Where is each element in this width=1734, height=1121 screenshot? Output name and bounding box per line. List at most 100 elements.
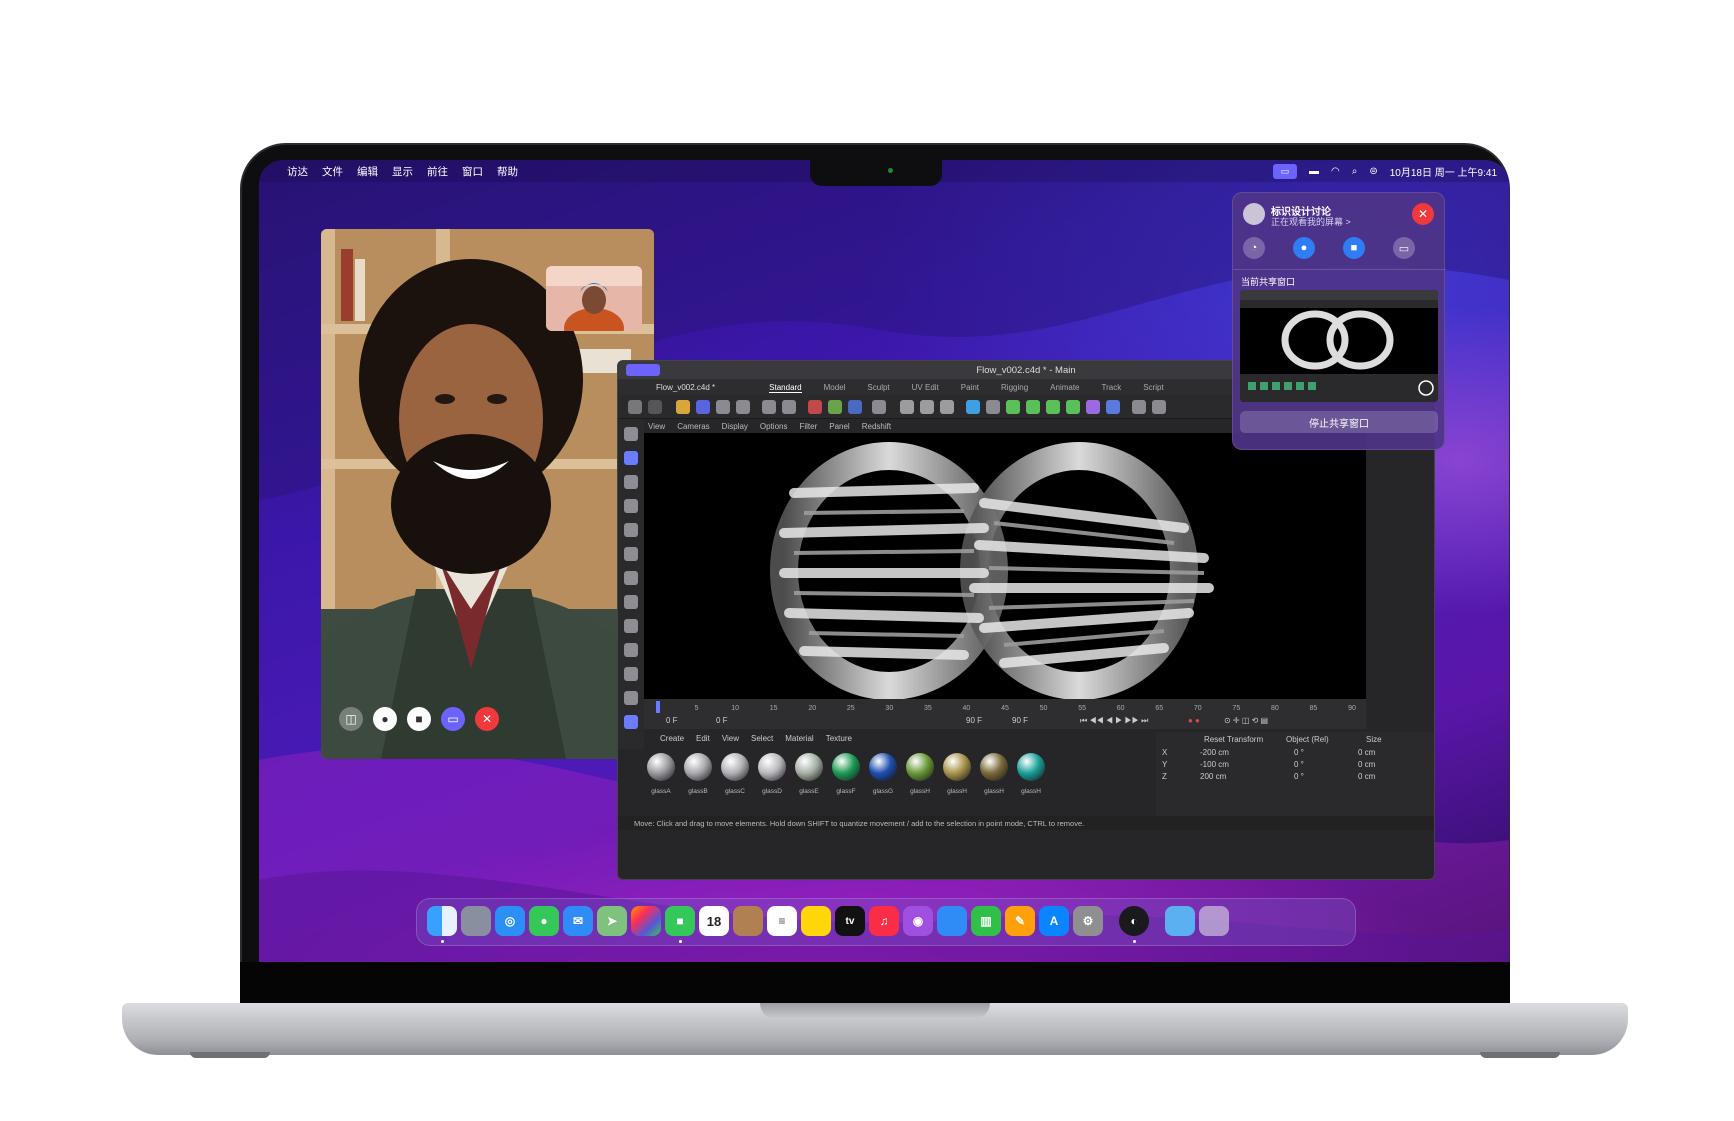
subdivision-icon[interactable]	[1006, 400, 1020, 414]
menu-window[interactable]: 窗口	[462, 164, 483, 179]
menubar-clock[interactable]: 10月18日 周一 上午9:41	[1390, 164, 1497, 179]
viewport-menu-view[interactable]: View	[648, 422, 665, 431]
viewport-menu-panel[interactable]: Panel	[829, 422, 849, 431]
cube-icon[interactable]	[966, 400, 980, 414]
mograph-icon[interactable]	[1046, 400, 1060, 414]
tweak-mode-icon[interactable]	[624, 619, 638, 633]
workplane-icon[interactable]	[624, 715, 638, 729]
end-frame-field[interactable]: 90 F	[966, 716, 982, 725]
coord-size-field[interactable]: 0 cm	[1358, 748, 1398, 757]
playback-controls-icon[interactable]: ⏮ ◀◀ ◀ ▶ ▶▶ ⏭	[1080, 716, 1148, 726]
object-mode-icon[interactable]	[624, 475, 638, 489]
numbers-icon[interactable]: ▥	[971, 906, 1001, 936]
uv-mode-icon[interactable]	[624, 571, 638, 585]
material-swatch[interactable]	[644, 750, 678, 784]
menu-view[interactable]: 显示	[392, 164, 413, 179]
move-tool-icon[interactable]	[696, 400, 710, 414]
transform-tool-icon[interactable]	[762, 400, 776, 414]
generator-icon[interactable]	[1026, 400, 1040, 414]
deformer-icon[interactable]	[1086, 400, 1100, 414]
material-menu-select[interactable]: Select	[751, 734, 773, 743]
current-frame-field[interactable]: 0 F	[666, 716, 678, 725]
render-view-icon[interactable]	[900, 400, 914, 414]
live-select-icon[interactable]	[676, 400, 690, 414]
microphone-icon[interactable]: ●	[1293, 237, 1315, 259]
app-store-icon[interactable]: A	[1039, 906, 1069, 936]
tab-paint[interactable]: Paint	[961, 383, 979, 392]
magnet-icon[interactable]	[624, 667, 638, 681]
viewport-menu-display[interactable]: Display	[722, 422, 748, 431]
share-session-subtitle[interactable]: 正在观看我的屏幕 >	[1271, 215, 1351, 228]
tab-model[interactable]: Model	[824, 383, 846, 392]
y-axis-icon[interactable]	[828, 400, 842, 414]
camera-icon[interactable]: ■	[407, 707, 431, 731]
material-swatch[interactable]	[940, 750, 974, 784]
material-swatch[interactable]	[1014, 750, 1048, 784]
material-swatch[interactable]	[829, 750, 863, 784]
coord-rotation-field[interactable]: 0 °	[1294, 760, 1334, 769]
material-menu-view[interactable]: View	[722, 734, 739, 743]
menu-file[interactable]: 文件	[322, 164, 343, 179]
c4d-timeline[interactable]: 051015202530354045505560657075808590 0 F…	[644, 699, 1366, 729]
point-mode-icon[interactable]	[624, 499, 638, 513]
viewport-menu-cameras[interactable]: Cameras	[677, 422, 709, 431]
c4d-viewport[interactable]	[644, 433, 1366, 700]
coord-size-field[interactable]: 0 cm	[1358, 760, 1398, 769]
cinema4d-icon[interactable]: ◐	[1119, 906, 1149, 936]
polygon-mode-icon[interactable]	[624, 547, 638, 561]
material-swatch[interactable]	[681, 750, 715, 784]
field-icon[interactable]	[1106, 400, 1120, 414]
music-icon[interactable]: ♫	[869, 906, 899, 936]
record-keyframe-icon[interactable]: ● ●	[1188, 716, 1200, 725]
material-menu-create[interactable]: Create	[660, 734, 684, 743]
messages-icon[interactable]: ●	[529, 906, 559, 936]
tab-track[interactable]: Track	[1102, 383, 1122, 392]
render-settings-icon[interactable]	[940, 400, 954, 414]
rotate-tool-icon[interactable]	[736, 400, 750, 414]
pages-icon[interactable]: ✎	[1005, 906, 1035, 936]
podcasts-icon[interactable]: ◉	[903, 906, 933, 936]
floor-icon[interactable]	[1132, 400, 1146, 414]
notes-icon[interactable]	[801, 906, 831, 936]
facetime-window[interactable]: ◫ ● ■ ▭ ✕	[321, 229, 654, 759]
calendar-icon[interactable]: 18	[699, 906, 729, 936]
menu-go[interactable]: 前往	[427, 164, 448, 179]
grid-icon[interactable]	[624, 691, 638, 705]
menu-finder[interactable]: 访达	[287, 164, 308, 179]
render-picture-viewer-icon[interactable]	[920, 400, 934, 414]
material-swatch[interactable]	[792, 750, 826, 784]
battery-icon[interactable]: ▬	[1309, 166, 1319, 177]
close-icon[interactable]: ✕	[1412, 203, 1434, 225]
downloads-folder-icon[interactable]	[1165, 906, 1195, 936]
finder-icon[interactable]	[427, 906, 457, 936]
material-menu-edit[interactable]: Edit	[696, 734, 710, 743]
start-frame-field[interactable]: 0 F	[716, 716, 728, 725]
stop-sharing-button[interactable]: 停止共享窗口	[1240, 411, 1438, 433]
launchpad-icon[interactable]	[461, 906, 491, 936]
effector-icon[interactable]	[1066, 400, 1080, 414]
viewport-menu-filter[interactable]: Filter	[799, 422, 817, 431]
tab-animate[interactable]: Animate	[1050, 383, 1079, 392]
sidebar-toggle-icon[interactable]: ◫	[339, 707, 363, 731]
scale-tool-icon[interactable]	[716, 400, 730, 414]
coord-rotation-field[interactable]: 0 °	[1294, 748, 1334, 757]
material-swatch[interactable]	[903, 750, 937, 784]
spotlight-icon[interactable]: ⌕	[1352, 166, 1358, 177]
coord-rotation-field[interactable]: 0 °	[1294, 772, 1334, 781]
maps-icon[interactable]: ➤	[597, 906, 627, 936]
facetime-icon[interactable]: ■	[665, 906, 695, 936]
tab-uv-edit[interactable]: UV Edit	[912, 383, 939, 392]
contacts-icon[interactable]	[733, 906, 763, 936]
viewport-menu-redshift[interactable]: Redshift	[862, 422, 891, 431]
menu-help[interactable]: 帮助	[497, 164, 518, 179]
coord-position-field[interactable]: 200 cm	[1200, 772, 1260, 781]
key-mode-icons[interactable]: ⊙ ✛ ◫ ⟲ ▤	[1224, 716, 1268, 725]
keynote-icon[interactable]	[937, 906, 967, 936]
menu-edit[interactable]: 编辑	[357, 164, 378, 179]
edge-mode-icon[interactable]	[624, 523, 638, 537]
mail-icon[interactable]: ✉	[563, 906, 593, 936]
undo-icon[interactable]	[628, 400, 642, 414]
model-mode-icon[interactable]	[624, 451, 638, 465]
tab-script[interactable]: Script	[1143, 383, 1163, 392]
system-preferences-icon[interactable]: ⚙	[1073, 906, 1103, 936]
